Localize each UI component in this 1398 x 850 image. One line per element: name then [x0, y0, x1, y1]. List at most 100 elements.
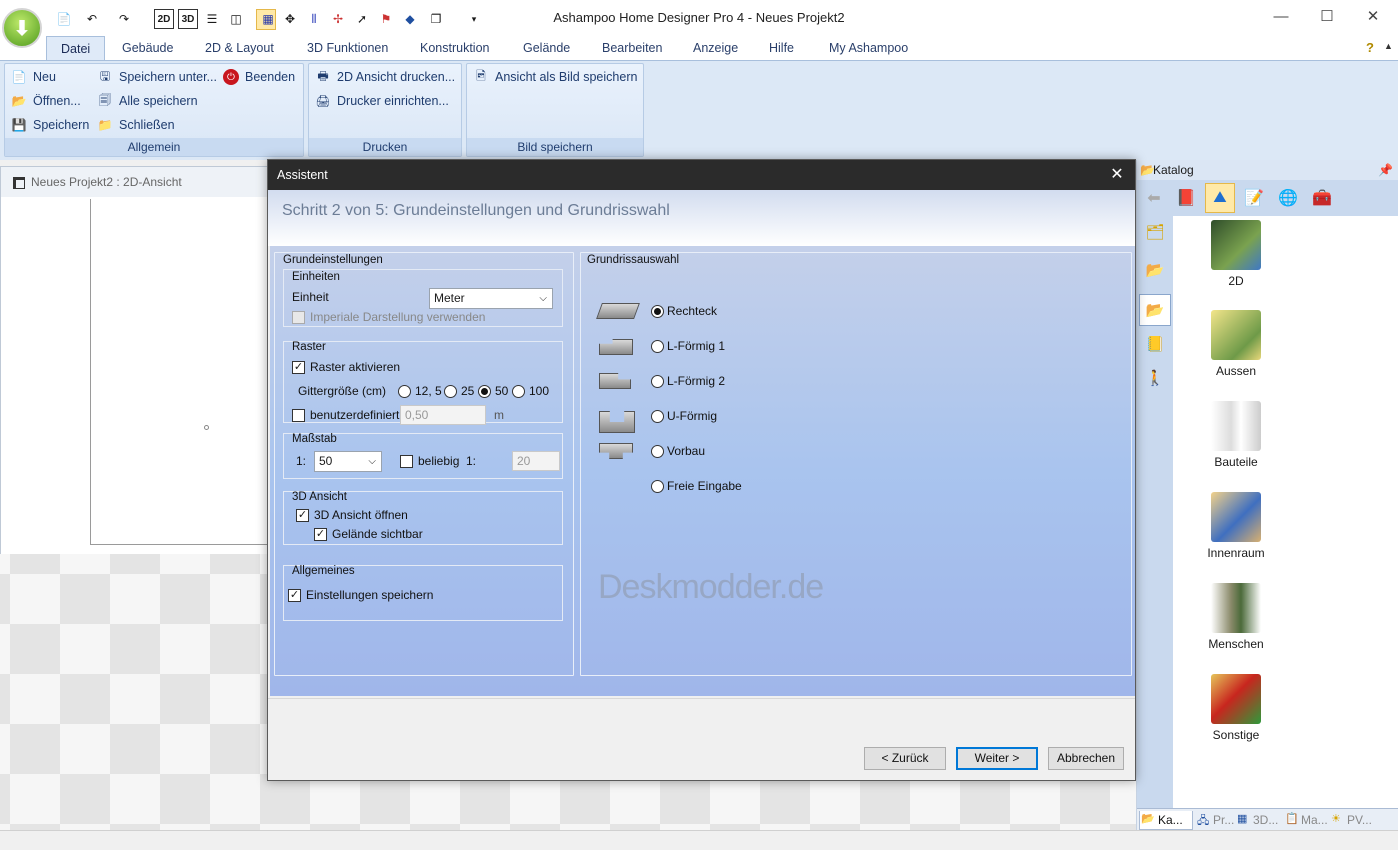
- interior-icon: [1211, 492, 1261, 542]
- raster-aktivieren-checkbox[interactable]: ✓ Raster aktivieren: [292, 360, 400, 374]
- catalog-item-innenraum[interactable]: Innenraum: [1201, 492, 1271, 560]
- catalog-item-sonstige[interactable]: Sonstige: [1201, 674, 1271, 742]
- imperial-checkbox[interactable]: Imperiale Darstellung verwenden: [292, 310, 485, 324]
- speichern-unter-button[interactable]: 🖫 Speichern unter...: [97, 66, 217, 88]
- document-view-icon: [13, 177, 25, 189]
- gelaende-sichtbar-checkbox[interactable]: ✓ Gelände sichtbar: [314, 527, 423, 541]
- tab-gebaeude[interactable]: Gebäude: [108, 36, 187, 60]
- copy-icon[interactable]: ❐: [426, 9, 446, 29]
- drucker-einrichten-button[interactable]: 🖨 Drucker einrichten...: [315, 90, 448, 112]
- grundriss-option-l-foermig-1[interactable]: L-Förmig 1: [651, 339, 725, 353]
- gitter-option-25[interactable]: 25: [444, 384, 474, 398]
- tab-gelaende[interactable]: Gelände: [509, 36, 584, 60]
- view-3d-icon[interactable]: 3D: [178, 9, 198, 29]
- select-arrow-icon[interactable]: ➚: [352, 9, 372, 29]
- catalog-category-icon[interactable]: 🗂: [1139, 216, 1171, 248]
- app-menu-button[interactable]: ⬇: [2, 8, 42, 48]
- grundriss-option-l-foermig-2[interactable]: L-Förmig 2: [651, 374, 725, 388]
- catalog-item-menschen[interactable]: Menschen: [1201, 583, 1271, 651]
- catalog-item-bauteile[interactable]: Bauteile: [1201, 401, 1271, 469]
- ansicht-als-bild-button[interactable]: 🖻 Ansicht als Bild speichern: [473, 66, 637, 88]
- ribbon-group-title: Drucken: [309, 138, 461, 156]
- 2d-ansicht-drucken-button[interactable]: 🖶 2D Ansicht drucken...: [315, 66, 455, 88]
- massstab-select[interactable]: 50 ⌵: [314, 451, 382, 472]
- minimize-button[interactable]: —: [1258, 0, 1304, 32]
- help-icon[interactable]: ?: [1366, 40, 1374, 55]
- gitter-option-12-5[interactable]: 12, 5: [398, 384, 442, 398]
- tab-anzeige[interactable]: Anzeige: [679, 36, 752, 60]
- catalog-notebook-icon[interactable]: 📒: [1139, 328, 1171, 360]
- ribbon-group-allgemein: 📄 Neu 📂 Öffnen... 💾 Speichern 🖫 Speichern un…: [4, 63, 304, 157]
- catalog-terrain-icon[interactable]: ⛰: [1205, 183, 1235, 213]
- gitter-option-100[interactable]: 100: [512, 384, 549, 398]
- grundriss-option-vorbau[interactable]: Vorbau: [651, 444, 705, 458]
- tab-datei[interactable]: Datei: [46, 36, 106, 60]
- grundriss-option-freie-eingabe[interactable]: Freie Eingabe: [651, 479, 742, 493]
- save-icon: 💾: [11, 118, 27, 132]
- grundriss-option-u-foermig[interactable]: U-Förmig: [651, 409, 717, 423]
- undo-icon[interactable]: ↶: [82, 9, 102, 29]
- catalog-globe-icon[interactable]: 🌐: [1273, 183, 1303, 213]
- radio-icon: [651, 444, 664, 458]
- speichern-button[interactable]: 💾 Speichern: [11, 114, 90, 136]
- beliebig-checkbox[interactable]: beliebig: [400, 454, 459, 468]
- catalog-back-icon[interactable]: ⬅: [1139, 183, 1169, 213]
- grundrissauswahl-legend: Grundrissauswahl: [587, 254, 680, 266]
- columns-icon[interactable]: ⦀: [304, 9, 324, 29]
- tab-bearbeiten[interactable]: Bearbeiten: [588, 36, 676, 60]
- einstellungen-speichern-checkbox[interactable]: ✓ Einstellungen speichern: [288, 588, 433, 602]
- 3d-ansicht-oeffnen-checkbox[interactable]: ✓ 3D Ansicht öffnen: [296, 508, 408, 522]
- new-doc-icon[interactable]: 📄: [54, 9, 74, 29]
- neu-button[interactable]: 📄 Neu: [11, 66, 56, 88]
- grid-icon[interactable]: ▦: [256, 9, 276, 30]
- grundriss-option-rechteck[interactable]: Rechteck: [651, 304, 717, 318]
- maximize-button[interactable]: ☐: [1304, 0, 1350, 32]
- ribbon-group-title: Bild speichern: [467, 138, 643, 156]
- catalog-folder-selected-icon[interactable]: 📂: [1139, 294, 1171, 326]
- redo-icon[interactable]: ↷: [114, 9, 134, 29]
- checkbox-checked-icon: ✓: [296, 508, 309, 522]
- ribbon-collapse-icon[interactable]: ▲: [1384, 41, 1393, 51]
- zurueck-button[interactable]: < Zurück: [864, 747, 946, 770]
- alle-speichern-button[interactable]: 🗐 Alle speichern: [97, 90, 198, 112]
- flag-icon[interactable]: ⚑: [376, 9, 396, 29]
- benutzerdefiniert-input[interactable]: 0,50: [400, 405, 486, 425]
- tab-2d-layout[interactable]: 2D & Layout: [191, 36, 288, 60]
- split-horizontal-icon[interactable]: ☰: [202, 9, 222, 29]
- catalog-item-2d[interactable]: 2D: [1201, 220, 1271, 288]
- dialog-close-button[interactable]: ✕: [1107, 160, 1127, 190]
- close-window-button[interactable]: ✕: [1350, 0, 1396, 32]
- catalog-item-aussen[interactable]: Aussen: [1201, 310, 1271, 378]
- benutzerdefiniert-checkbox[interactable]: benutzerdefiniert: [292, 408, 399, 422]
- split-vertical-icon[interactable]: ◫: [226, 9, 246, 29]
- catalog-edit-icon[interactable]: 📝: [1239, 183, 1269, 213]
- imperial-label: Imperiale Darstellung verwenden: [310, 310, 486, 324]
- beenden-button[interactable]: ⏻ Beenden: [223, 66, 295, 88]
- guideline-icon[interactable]: ✢: [328, 9, 348, 29]
- catalog-toolbar: ⬅ 📕 ⛰ 📝 🌐 🧰: [1137, 180, 1398, 216]
- oeffnen-button[interactable]: 📂 Öffnen...: [11, 90, 81, 112]
- massstab-value: 50: [319, 454, 333, 468]
- schliessen-button[interactable]: 📁 Schließen: [97, 114, 175, 136]
- view-2d-icon[interactable]: 2D: [154, 9, 174, 29]
- l-foermig-1-shape-icon: [599, 339, 633, 355]
- tab-3d-funktionen[interactable]: 3D Funktionen: [293, 36, 402, 60]
- catalog-folder-open-icon[interactable]: 📂: [1139, 254, 1171, 286]
- tab-konstruktion[interactable]: Konstruktion: [406, 36, 503, 60]
- catalog-item-label: Aussen: [1215, 364, 1257, 378]
- gitter-option-50[interactable]: 50: [478, 384, 508, 398]
- tab-hilfe[interactable]: Hilfe: [755, 36, 808, 60]
- einheit-select[interactable]: Meter ⌵: [429, 288, 553, 309]
- beliebig-input[interactable]: 20: [512, 451, 560, 471]
- abbrechen-button[interactable]: Abbrechen: [1048, 747, 1124, 770]
- weiter-button[interactable]: Weiter >: [956, 747, 1038, 770]
- eraser-icon[interactable]: ◆: [400, 9, 420, 29]
- quick-access-customize-icon[interactable]: ▾: [464, 9, 484, 29]
- catalog-book-icon[interactable]: 📕: [1171, 183, 1201, 213]
- grundeinstellungen-panel: Grundeinstellungen Einheiten Einheit Met…: [274, 252, 574, 676]
- catalog-person-icon[interactable]: 🚶: [1139, 362, 1171, 394]
- snap-cursor-icon[interactable]: ✥: [280, 9, 300, 29]
- pin-icon[interactable]: 📌: [1378, 160, 1393, 180]
- tab-my-ashampoo[interactable]: My Ashampoo: [815, 36, 922, 60]
- catalog-tools-icon[interactable]: 🧰: [1307, 183, 1337, 213]
